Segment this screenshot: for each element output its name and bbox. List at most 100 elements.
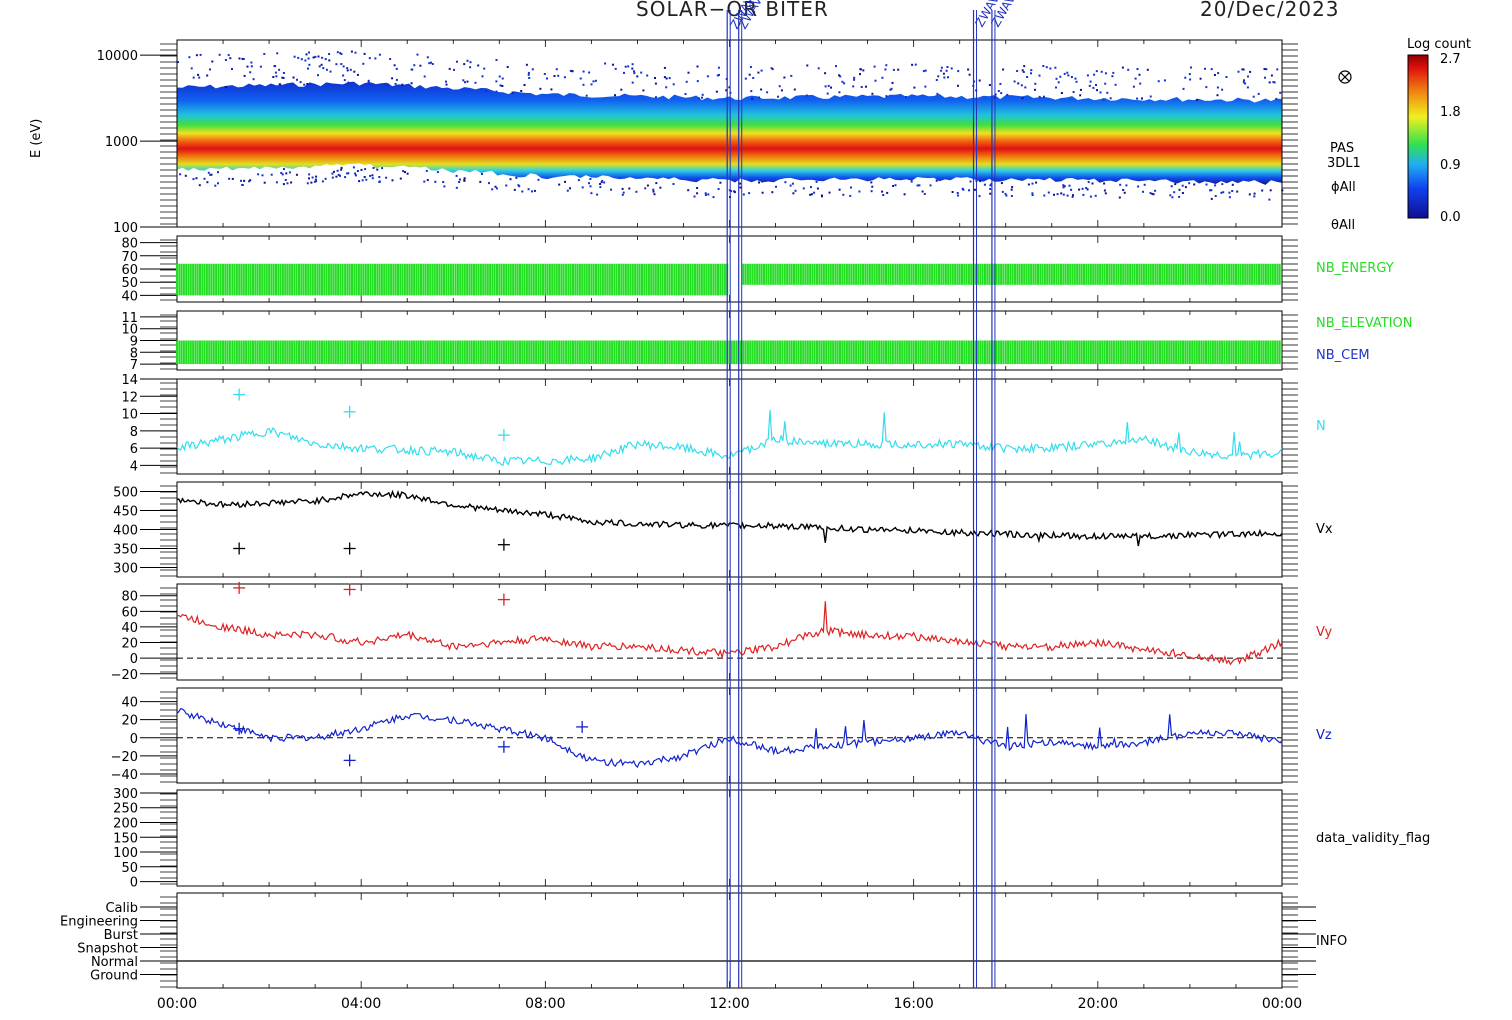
speckle-dot: [378, 180, 381, 183]
speckle-dot: [402, 170, 405, 173]
speckle-dot: [642, 89, 645, 92]
colorbar-tick: 2.7: [1440, 52, 1461, 67]
speckle-dot: [203, 177, 206, 180]
speckle-dot: [1062, 184, 1065, 187]
speckle-dot: [826, 92, 829, 95]
speckle-dot: [1270, 74, 1273, 77]
speckle-dot: [1104, 82, 1107, 85]
speckle-dot: [305, 53, 308, 56]
speckle-dot: [1043, 194, 1046, 197]
speckle-dot: [404, 171, 406, 174]
speckle-dot: [945, 69, 948, 72]
speckle-dot: [1228, 191, 1231, 194]
speckle-dot: [601, 179, 604, 182]
speckle-dot: [696, 192, 699, 195]
y-tick-label: 20: [121, 637, 138, 652]
speckle-dot: [209, 68, 211, 71]
speckle-dot: [328, 53, 331, 55]
speckle-dot: [989, 188, 992, 190]
speckle-dot: [369, 174, 372, 177]
speckle-dot: [1181, 184, 1184, 187]
info-labels: CalibEngineeringBurstSnapshotNormalGroun…: [60, 901, 1316, 984]
speckle-dot: [217, 182, 219, 185]
speckle-dot: [252, 78, 255, 81]
speckle-dot: [543, 73, 546, 75]
panel-frame: [160, 583, 1298, 681]
speckle-dot: [1031, 182, 1034, 185]
speckle-dot: [288, 171, 291, 174]
speckle-dot: [1109, 97, 1112, 100]
speckle-dot: [231, 177, 234, 180]
speckle-dot: [336, 51, 339, 54]
speckle-dot: [956, 192, 959, 194]
speckle-dot: [356, 73, 359, 76]
speckle-dot: [885, 95, 888, 98]
speckle-dot: [513, 188, 516, 191]
speckle-dot: [488, 182, 490, 185]
x-tick-label: 16:00: [893, 996, 933, 1012]
speckle-dot: [1149, 192, 1152, 195]
speckle-dot: [802, 187, 805, 190]
speckle-dot: [261, 174, 264, 177]
speckle-dot: [579, 77, 582, 80]
label-theta-all: θAll: [1331, 218, 1355, 233]
speckle-dot: [1093, 73, 1096, 76]
speckle-dot: [1089, 80, 1092, 83]
speckle-dot: [394, 82, 397, 85]
speckle-dot: [1142, 190, 1144, 193]
speckle-dot: [297, 56, 300, 59]
speckle-dot: [281, 76, 284, 79]
speckle-dot: [871, 185, 874, 188]
speckle-dot: [1054, 66, 1057, 69]
speckle-dot: [312, 56, 315, 59]
speckle-dot: [1261, 189, 1264, 192]
speckle-dot: [462, 79, 465, 82]
speckle-dot: [862, 69, 865, 72]
speckle-dot: [445, 80, 447, 83]
speckle-dot: [1121, 66, 1124, 69]
speckle-dot: [184, 174, 187, 177]
y-tick-label: 150: [113, 831, 138, 846]
speckle-dot: [614, 67, 617, 70]
speckle-dot: [1248, 193, 1251, 196]
series-line: [176, 601, 1283, 666]
speckle-dot: [853, 76, 856, 79]
speckle-dot: [924, 85, 927, 88]
speckle-dot: [243, 179, 246, 182]
speckle-dot: [464, 81, 466, 84]
speckle-dot: [372, 167, 375, 169]
speckle-dot: [333, 170, 335, 173]
speckle-dot: [1125, 184, 1128, 187]
speckle-dot: [308, 177, 310, 180]
speckle-dot: [1220, 191, 1223, 194]
speckle-dot: [1178, 195, 1181, 198]
y-tick-label: 0: [130, 876, 138, 891]
y-tick-label: 40: [121, 696, 138, 711]
speckle-dot: [749, 66, 752, 68]
speckle-dot: [1122, 189, 1125, 191]
speckle-dot: [1174, 183, 1177, 186]
x-tick-label: 00:00: [1262, 996, 1302, 1012]
speckle-dot: [1213, 74, 1216, 76]
speckle-dot: [1171, 196, 1174, 199]
speckle-dot: [314, 178, 317, 181]
speckle-dot: [352, 166, 355, 169]
speckle-dot: [701, 96, 703, 99]
y-tick-label: 4: [130, 459, 138, 474]
speckle-dot: [466, 80, 469, 83]
speckle-dot: [442, 181, 445, 183]
speckle-dot: [506, 66, 509, 68]
speckle-dot: [1066, 194, 1069, 197]
speckle-dot: [308, 63, 311, 66]
speckle-dot: [577, 179, 580, 182]
date-title: 20/Dec/2023: [1200, 0, 1340, 21]
speckle-dot: [325, 68, 328, 71]
speckle-dot: [761, 180, 763, 183]
y-tick-label: 10: [121, 408, 138, 423]
speckle-dot: [228, 177, 231, 180]
speckle-dot: [344, 176, 347, 179]
speckle-dot: [1100, 70, 1103, 73]
speckle-dot: [1237, 70, 1240, 73]
speckle-dot: [1268, 81, 1271, 84]
series-line: [176, 409, 1283, 466]
